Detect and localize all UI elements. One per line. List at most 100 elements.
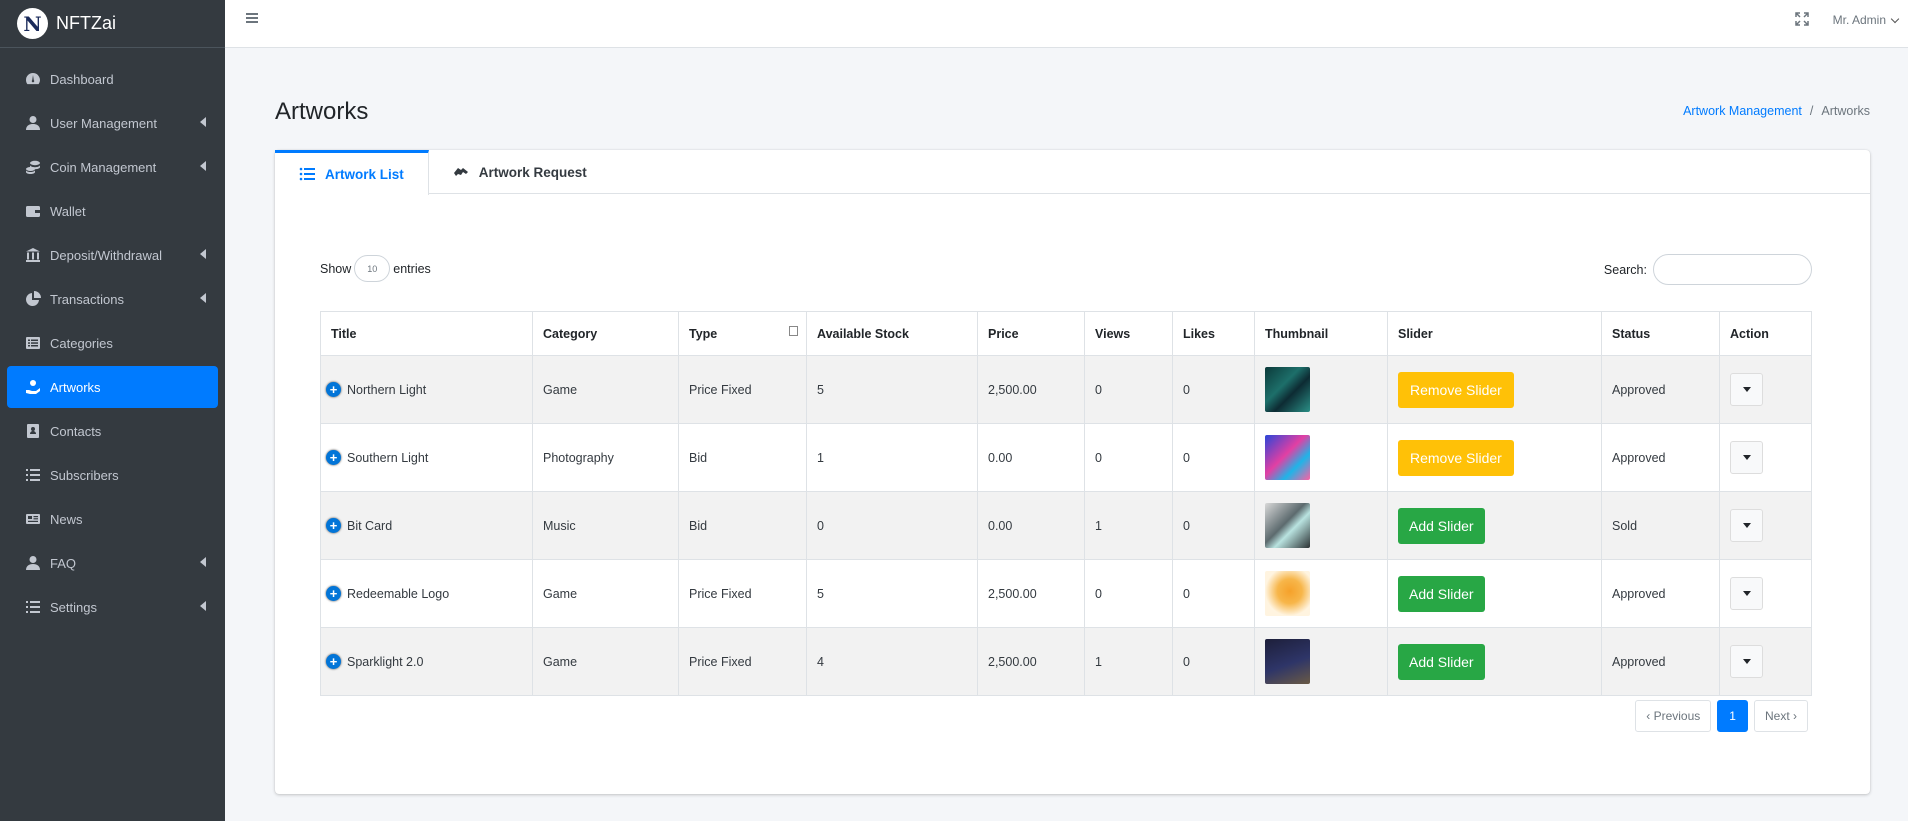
column-header-stock[interactable]: Available Stock [806, 311, 978, 356]
chevron-down-icon [1890, 14, 1900, 23]
cell-status: Approved [1601, 559, 1720, 628]
sidebar-item-artworks[interactable]: Artworks [7, 366, 218, 408]
user-menu[interactable]: Mr. Admin [1833, 13, 1900, 27]
cell-views: 0 [1084, 559, 1173, 628]
add-slider-button[interactable]: Add Slider [1398, 643, 1485, 680]
cell-thumbnail [1254, 627, 1388, 696]
sidebar-item-subscribers[interactable]: Subscribers [7, 454, 218, 496]
action-dropdown-button[interactable] [1730, 577, 1763, 610]
sidebar-item-contacts[interactable]: Contacts [7, 410, 218, 452]
sidebar-item-deposit-withdrawal[interactable]: Deposit/Withdrawal [7, 234, 218, 276]
cell-stock: 0 [806, 491, 978, 560]
tab-label: Artwork List [325, 166, 404, 182]
cell-stock: 1 [806, 423, 978, 492]
table-row: + Redeemable Logo Game Price Fixed 5 2,500.00… [320, 559, 1812, 628]
top-navbar: Mr. Admin [225, 0, 1908, 48]
sidebar-item-transactions[interactable]: Transactions [7, 278, 218, 320]
cell-category: Music [532, 491, 679, 560]
cell-title: + Northern Light [320, 355, 533, 424]
tab-artwork-list[interactable]: Artwork List [275, 150, 429, 195]
column-header-title[interactable]: Title [320, 311, 533, 356]
column-header-type[interactable]: Type [678, 311, 807, 356]
sidebar-item-settings[interactable]: Settings [7, 586, 218, 628]
sidebar-item-label: Subscribers [50, 467, 119, 483]
sidebar-item-label: User Management [50, 115, 157, 131]
action-dropdown-button[interactable] [1730, 441, 1763, 474]
column-header-status[interactable]: Status [1601, 311, 1720, 356]
chevron-left-icon [200, 293, 206, 303]
cell-type: Price Fixed [678, 627, 807, 696]
tab-artwork-request[interactable]: Artwork Request [429, 150, 611, 194]
previous-page-button[interactable]: ‹ Previous [1635, 700, 1712, 732]
column-header-thumbnail[interactable]: Thumbnail [1254, 311, 1388, 356]
action-dropdown-button[interactable] [1730, 509, 1763, 542]
search-input[interactable] [1653, 254, 1812, 285]
cell-price: 0.00 [977, 423, 1085, 492]
artwork-title: Southern Light [347, 450, 429, 465]
column-header-category[interactable]: Category [532, 311, 679, 356]
cell-status: Sold [1601, 491, 1720, 560]
page-1-button[interactable]: 1 [1717, 700, 1748, 732]
cell-slider: Add Slider [1387, 491, 1602, 560]
sidebar-item-coin-management[interactable]: Coin Management [7, 146, 218, 188]
cell-price: 2,500.00 [977, 355, 1085, 424]
cell-status: Approved [1601, 355, 1720, 424]
chevron-left-icon [200, 601, 206, 611]
artwork-thumbnail[interactable] [1265, 503, 1310, 548]
action-dropdown-button[interactable] [1730, 373, 1763, 406]
next-page-button[interactable]: Next › [1753, 700, 1808, 732]
artwork-title: Redeemable Logo [347, 586, 450, 601]
list-icon [24, 599, 42, 615]
expand-row-icon[interactable]: + [326, 450, 341, 465]
sidebar-item-faq[interactable]: FAQ [7, 542, 218, 584]
artwork-thumbnail[interactable] [1265, 571, 1310, 616]
artwork-thumbnail[interactable] [1265, 435, 1310, 480]
expand-row-icon[interactable]: + [326, 382, 341, 397]
column-header-action[interactable]: Action [1719, 311, 1812, 356]
breadcrumb-link[interactable]: Artwork Management [1683, 104, 1802, 118]
cell-likes: 0 [1172, 423, 1255, 492]
sidebar-item-categories[interactable]: Categories [7, 322, 218, 364]
column-header-views[interactable]: Views [1084, 311, 1173, 356]
table-row: + Sparklight 2.0 Game Price Fixed 4 2,500.00 1… [320, 627, 1812, 696]
fullscreen-icon[interactable] [1795, 12, 1809, 26]
sidebar-item-label: FAQ [50, 555, 77, 571]
coins-icon [24, 159, 42, 175]
expand-row-icon[interactable]: + [326, 518, 341, 533]
add-slider-button[interactable]: Add Slider [1398, 575, 1485, 612]
sidebar-item-dashboard[interactable]: Dashboard [7, 58, 218, 100]
brand-link[interactable]: N NFTZai [0, 0, 225, 48]
sidebar-nav: Dashboard User Management Coin Management W… [0, 48, 225, 628]
artwork-thumbnail[interactable] [1265, 639, 1310, 684]
menu-toggle-icon[interactable] [246, 13, 258, 23]
expand-row-icon[interactable]: + [326, 654, 341, 669]
cell-likes: 0 [1172, 627, 1255, 696]
caret-down-icon [1742, 455, 1751, 460]
cell-thumbnail [1254, 355, 1388, 424]
entries-select[interactable]: 10 [354, 255, 391, 282]
column-header-price[interactable]: Price [977, 311, 1085, 356]
pagination: ‹ Previous 1 Next › [1635, 700, 1808, 732]
action-dropdown-button[interactable] [1730, 645, 1763, 678]
sidebar-item-user-management[interactable]: User Management [7, 102, 218, 144]
chevron-left-icon [200, 117, 206, 127]
column-header-likes[interactable]: Likes [1172, 311, 1255, 356]
remove-slider-button[interactable]: Remove Slider [1398, 371, 1514, 408]
artwork-title: Bit Card [347, 518, 393, 533]
expand-row-icon[interactable]: + [326, 586, 341, 601]
cell-views: 1 [1084, 627, 1173, 696]
cell-action [1719, 491, 1812, 560]
sidebar-item-news[interactable]: News [7, 498, 218, 540]
artwork-thumbnail[interactable] [1265, 367, 1310, 412]
add-slider-button[interactable]: Add Slider [1398, 507, 1485, 544]
remove-slider-button[interactable]: Remove Slider [1398, 439, 1514, 476]
entries-control: Show 10 entries [320, 255, 431, 282]
column-header-slider[interactable]: Slider [1387, 311, 1602, 356]
cell-category: Game [532, 355, 679, 424]
sidebar-item-wallet[interactable]: Wallet [7, 190, 218, 232]
cell-category: Game [532, 627, 679, 696]
cell-status: Approved [1601, 423, 1720, 492]
sidebar-item-label: Wallet [50, 203, 86, 219]
table-header-row: Title Category Type Available Stock Pric… [320, 311, 1812, 356]
sidebar-item-label: Coin Management [50, 159, 157, 175]
